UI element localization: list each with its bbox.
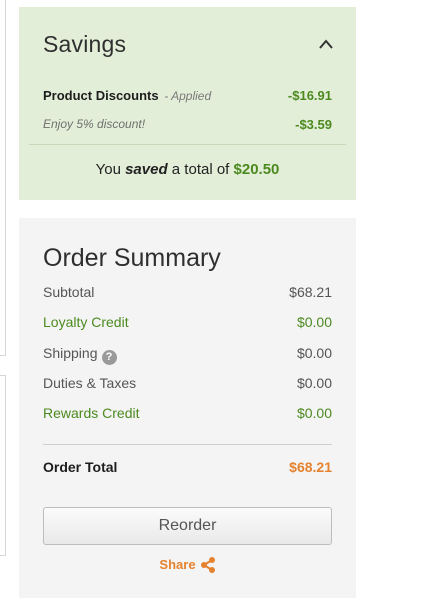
rewards-credit-label: Rewards Credit [43, 405, 140, 421]
order-total-value: $68.21 [289, 459, 332, 475]
left-panel-corner [0, 355, 6, 356]
subtotal-row: Subtotal $68.21 [43, 284, 332, 306]
loyalty-credit-value: $0.00 [296, 314, 332, 330]
total-saved-emphasis: saved [125, 161, 168, 178]
order-total-label: Order Total [43, 459, 118, 475]
reorder-button[interactable]: Reorder [43, 507, 332, 545]
shipping-label: Shipping [43, 345, 98, 361]
loyalty-credit-row: Loyalty Credit $0.00 [43, 314, 332, 336]
product-discounts-row: Product Discounts - Applied -$16.91 [43, 88, 332, 108]
promo-label: Enjoy 5% discount! [43, 117, 146, 131]
applied-status: - Applied [164, 89, 212, 103]
share-label: Share [159, 557, 196, 572]
order-summary-panel: Order Summary Subtotal $68.21 Loyalty Cr… [19, 218, 356, 598]
total-saved-amount: $20.50 [233, 161, 280, 178]
loyalty-credit-label: Loyalty Credit [43, 314, 129, 330]
promo-value: -$3.59 [295, 117, 332, 132]
rewards-credit-value: $0.00 [296, 405, 332, 421]
shipping-row: Shipping? $0.00 [43, 345, 332, 367]
duties-taxes-row: Duties & Taxes $0.00 [43, 375, 332, 397]
left-panel-border [5, 0, 6, 355]
savings-divider [29, 144, 346, 145]
shipping-value: $0.00 [296, 345, 332, 361]
total-saved-line: You saved a total of $20.50 [19, 161, 356, 178]
total-saved-mid: a total of [171, 161, 230, 178]
savings-panel: Savings Product Discounts - Applied -$16… [19, 7, 356, 200]
subtotal-label: Subtotal [43, 284, 95, 300]
duties-taxes-label: Duties & Taxes [43, 375, 137, 391]
help-icon[interactable]: ? [101, 350, 117, 365]
left-panel-corner-lower [0, 375, 6, 376]
promo-discount-row: Enjoy 5% discount! -$3.59 [43, 117, 332, 137]
share-icon [200, 557, 215, 573]
duties-taxes-value: $0.00 [296, 375, 332, 391]
product-discounts-value: -$16.91 [287, 88, 332, 103]
rewards-credit-row: Rewards Credit $0.00 [43, 405, 332, 427]
share-link[interactable]: Share [19, 557, 356, 573]
product-discounts-label: Product Discounts [43, 88, 159, 103]
left-panel-border-lower [5, 375, 6, 555]
total-saved-prefix: You [95, 161, 121, 178]
savings-title: Savings [43, 31, 127, 57]
summary-divider [43, 444, 332, 445]
subtotal-value: $68.21 [289, 284, 332, 300]
order-total-row: Order Total $68.21 [43, 459, 332, 481]
chevron-up-icon[interactable] [319, 39, 333, 49]
order-summary-title: Order Summary [43, 244, 221, 272]
left-panel-corner-bottom [0, 555, 6, 556]
